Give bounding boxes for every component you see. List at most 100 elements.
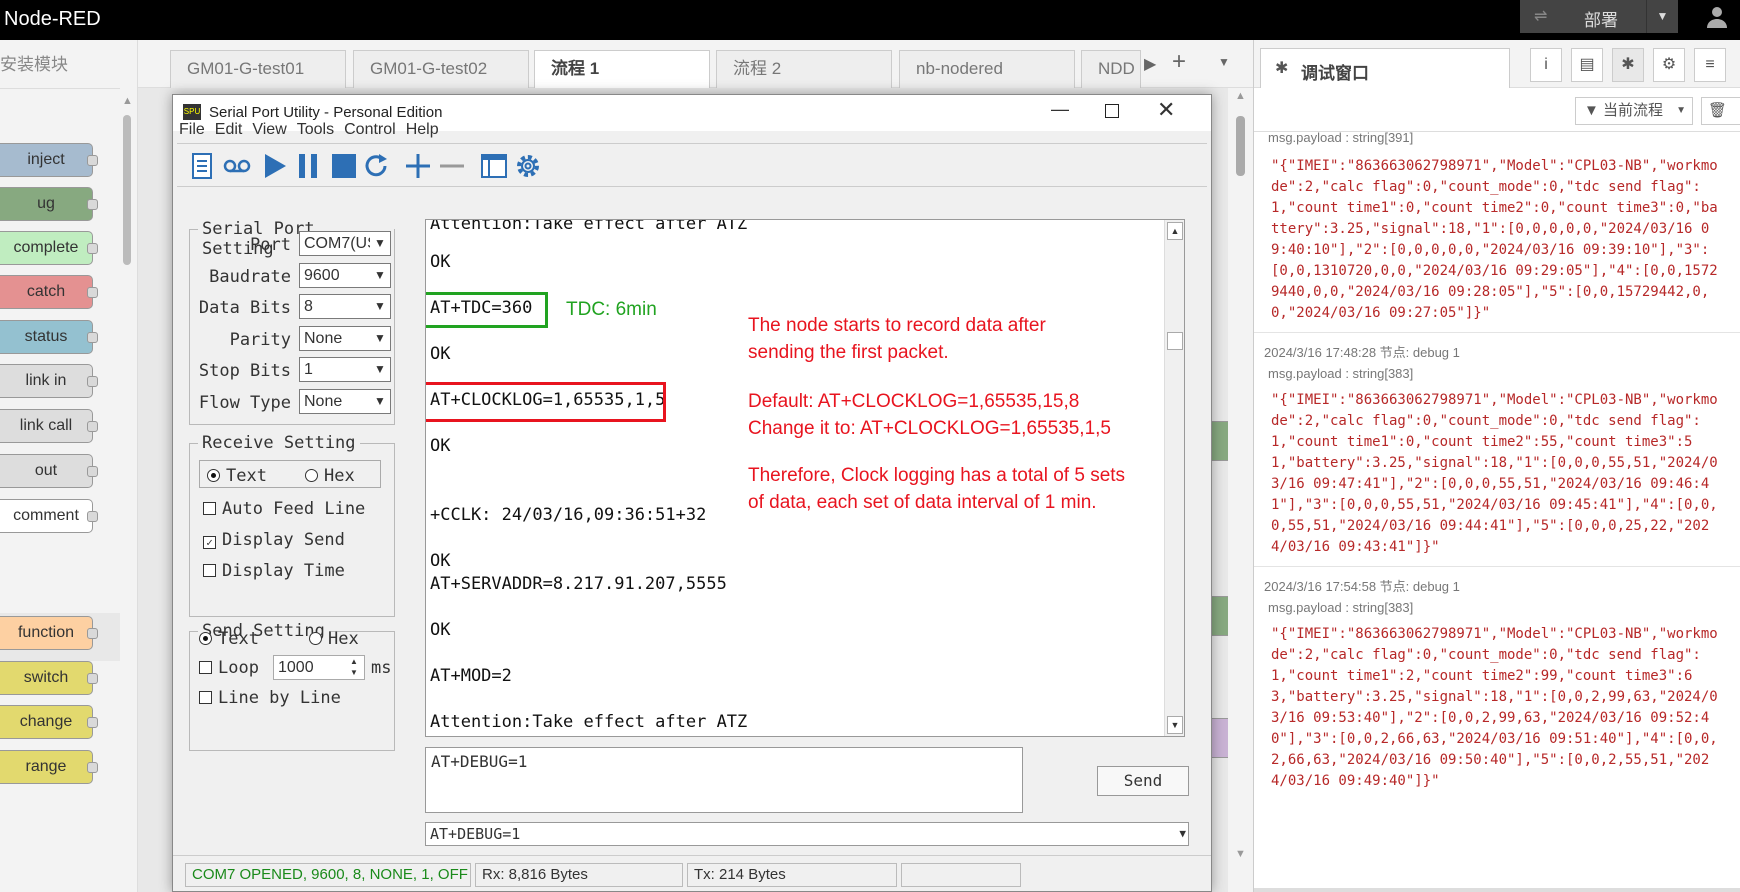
palette-node[interactable]: function — [0, 616, 98, 650]
record-icon[interactable] — [223, 158, 251, 179]
send-text-radio[interactable]: Text — [199, 629, 259, 649]
tab-gm01-g-test01[interactable]: GM01-G-test01 — [170, 50, 346, 88]
chevron-down-icon: ▼ — [1676, 105, 1686, 116]
debug-sidebar: ✱ 调试窗口 i ▤ ✱ ⚙ ≡ ▼ 当前流程 ▼ 🗑 msg.payload … — [1253, 40, 1740, 892]
tab-nb-nodered[interactable]: nb-nodered — [899, 50, 1075, 88]
menu-view[interactable]: View — [252, 121, 286, 143]
scroll-up-icon[interactable]: ▲ — [122, 95, 133, 107]
scroll-up-icon[interactable]: ▲ — [1167, 222, 1183, 240]
send-history-value: AT+DEBUG=1 — [430, 825, 521, 843]
auto-feed-line-checkbox[interactable]: Auto Feed Line — [203, 499, 365, 519]
palette-node-label: function — [17, 624, 75, 641]
menu-file[interactable]: File — [179, 121, 205, 143]
debug-message-payload-type[interactable]: msg.payload : string[383] — [1268, 600, 1413, 615]
window-icon[interactable] — [481, 153, 507, 184]
palette-node[interactable]: change — [0, 705, 98, 739]
palette-node[interactable]: complete — [0, 231, 98, 265]
tab-flow-1[interactable]: 流程 1 — [534, 50, 710, 89]
tab-ndd[interactable]: NDD — [1081, 50, 1141, 88]
palette-node-label: inject — [27, 151, 65, 168]
gear-icon[interactable]: ⚙ — [1653, 48, 1685, 82]
debug-message-payload-type[interactable]: msg.payload : string[391] — [1268, 130, 1413, 145]
receive-terminal[interactable]: Attention:Take effect after ATZ OK AT+TD… — [425, 219, 1185, 737]
flowtype-select[interactable]: None ▼ — [299, 389, 391, 414]
stop-icon[interactable] — [331, 153, 357, 184]
stepper-arrows-icon[interactable]: ▲ ▼ — [344, 656, 364, 679]
menu-edit[interactable]: Edit — [215, 121, 243, 143]
send-button[interactable]: Send — [1097, 766, 1189, 796]
palette-scrollbar[interactable]: ▲ ▼ — [122, 95, 133, 835]
send-hex-radio[interactable]: Hex — [309, 629, 359, 649]
port-select[interactable]: COM7(USE ▼ — [299, 231, 391, 256]
workspace-scroll-thumb[interactable] — [1236, 116, 1245, 176]
send-history-select[interactable]: AT+DEBUG=1 ▼ — [425, 822, 1189, 846]
menu-control[interactable]: Control — [344, 121, 396, 143]
close-icon[interactable]: ✕ — [1157, 97, 1175, 123]
settings-gear-icon[interactable] — [515, 153, 541, 184]
deploy-button[interactable]: ⇌ 部署 ▼ — [1520, 0, 1678, 33]
tab-scroll-right-icon[interactable]: ▶ — [1144, 54, 1156, 74]
scroll-down-icon[interactable]: ▼ — [1167, 716, 1183, 734]
receive-text-radio[interactable]: Text — [207, 466, 267, 486]
display-time-checkbox[interactable]: Display Time — [203, 561, 345, 581]
databits-select[interactable]: 8 ▼ — [299, 294, 391, 319]
scroll-up-icon[interactable]: ▲ — [1235, 90, 1246, 102]
port-status: COM7 OPENED, 9600, 8, NONE, 1, OFF — [185, 863, 471, 887]
palette-node[interactable]: switch — [0, 661, 98, 695]
terminal-scroll-thumb[interactable] — [1167, 332, 1183, 350]
info-icon[interactable]: i — [1530, 48, 1562, 82]
add-icon[interactable] — [405, 153, 431, 184]
palette-node[interactable]: range — [0, 750, 98, 784]
palette-node[interactable]: link call — [0, 409, 98, 443]
tab-flow-2[interactable]: 流程 2 — [716, 50, 892, 88]
tab-gm01-g-test02[interactable]: GM01-G-test02 — [353, 50, 529, 88]
palette-scroll-thumb[interactable] — [123, 115, 131, 265]
palette-node[interactable]: inject — [0, 143, 98, 177]
debug-message-payload-type[interactable]: msg.payload : string[383] — [1268, 366, 1413, 381]
refresh-icon[interactable] — [363, 153, 389, 184]
debug-message-value[interactable]: "{"IMEI":"863663062798971","Model":"CPL0… — [1271, 156, 1721, 324]
workspace-scrollbar[interactable]: ▲ ▼ — [1228, 88, 1253, 892]
deploy-label: 部署 — [1584, 11, 1618, 30]
clear-messages-button[interactable]: 🗑 — [1701, 97, 1740, 125]
scroll-down-icon[interactable]: ▼ — [1235, 848, 1246, 860]
receive-hex-radio[interactable]: Hex — [305, 466, 355, 486]
debug-filter-dropdown[interactable]: ▼ 当前流程 ▼ — [1575, 97, 1693, 125]
tab-debug[interactable]: ✱ 调试窗口 — [1260, 48, 1510, 88]
parity-select[interactable]: None ▼ — [299, 326, 391, 351]
palette-node[interactable]: comment — [0, 499, 98, 533]
book-icon[interactable]: ▤ — [1571, 48, 1603, 82]
play-icon[interactable] — [263, 153, 287, 184]
pause-icon[interactable] — [297, 153, 319, 184]
radio-icon — [309, 632, 322, 645]
maximize-icon[interactable] — [1105, 104, 1119, 118]
new-file-icon[interactable] — [191, 153, 213, 184]
display-send-checkbox[interactable]: ✓ Display Send — [203, 530, 345, 550]
palette-node[interactable]: status — [0, 320, 98, 354]
highlight-box-tdc — [426, 292, 548, 328]
send-textarea[interactable]: AT+DEBUG=1 — [425, 747, 1023, 813]
palette-node-label: change — [19, 713, 73, 730]
tab-menu-icon[interactable]: ▼ — [1218, 55, 1230, 69]
palette-node[interactable]: out — [0, 454, 98, 488]
deploy-menu-caret[interactable]: ▼ — [1646, 0, 1678, 33]
terminal-scrollbar[interactable]: ▲ ▼ — [1164, 220, 1184, 736]
menu-help[interactable]: Help — [406, 121, 439, 143]
minimize-icon[interactable]: — — [1051, 99, 1069, 120]
baudrate-select[interactable]: 9600 ▼ — [299, 263, 391, 288]
debug-message-value[interactable]: "{"IMEI":"863663062798971","Model":"CPL0… — [1271, 390, 1721, 558]
database-icon[interactable]: ≡ — [1694, 48, 1726, 82]
line-by-line-checkbox[interactable]: Line by Line — [199, 688, 341, 708]
menu-tools[interactable]: Tools — [297, 121, 334, 143]
debug-message-value[interactable]: "{"IMEI":"863663062798971","Model":"CPL0… — [1271, 624, 1721, 792]
add-tab-icon[interactable]: + — [1172, 48, 1186, 76]
palette-node[interactable]: ug — [0, 187, 98, 221]
user-icon[interactable] — [1705, 5, 1729, 35]
stopbits-select[interactable]: 1 ▼ — [299, 357, 391, 382]
loop-checkbox[interactable]: Loop — [199, 658, 259, 678]
loop-interval-stepper[interactable]: 1000 ▲ ▼ — [273, 655, 365, 680]
remove-icon[interactable] — [439, 153, 465, 184]
bug-icon[interactable]: ✱ — [1612, 48, 1644, 82]
palette-node[interactable]: catch — [0, 275, 98, 309]
palette-node[interactable]: link in — [0, 364, 98, 398]
